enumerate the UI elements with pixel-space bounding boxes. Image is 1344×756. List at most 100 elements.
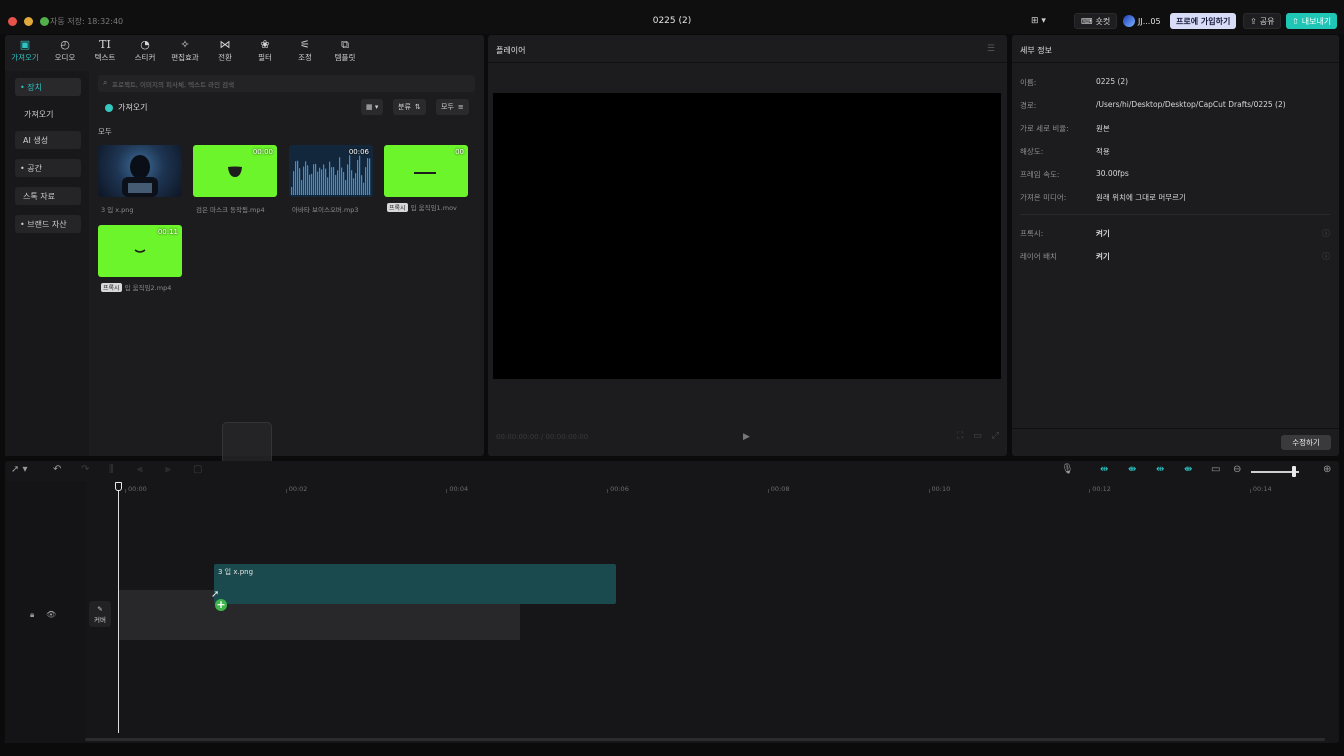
waveform-bar (293, 171, 295, 195)
tab-import[interactable]: ▣ 가져오기 (5, 35, 45, 67)
redo-icon[interactable]: ↷ (81, 464, 89, 475)
player-controls: ⛶ ▭ ⤢ (957, 431, 999, 441)
duration-label: 00:06 (348, 148, 369, 156)
ruler-tick (607, 489, 609, 493)
close-window-button[interactable] (8, 17, 17, 26)
sidebar-item-stock[interactable]: 스톡 자료 (15, 187, 81, 205)
cover-label: 커버 (94, 615, 106, 624)
layout-icon[interactable]: ⊞ ▾ (1031, 16, 1046, 26)
import-button[interactable]: 가져오기 (105, 102, 147, 113)
info-icon[interactable]: ⓘ (1322, 251, 1330, 262)
share-icon: ⇪ (1250, 16, 1257, 26)
import-dot-icon (105, 103, 113, 112)
playhead-handle[interactable] (115, 482, 122, 491)
select-tool-icon[interactable]: ➚ ▾ (11, 464, 28, 475)
user-account[interactable]: JJ...05 (1123, 15, 1161, 27)
tab-text[interactable]: TI 텍스트 (85, 35, 125, 67)
player-title: 플레이어 (496, 46, 526, 55)
tab-effects[interactable]: ✧ 편집효과 (165, 35, 205, 67)
waveform-bar (355, 173, 357, 195)
tab-template[interactable]: ⧉ 템플릿 (325, 35, 365, 67)
search-input[interactable]: ⌕ 프로젝트, 이미지의 피사체, 텍스트 라인 검색 (98, 75, 475, 92)
timeline-scrollbar[interactable] (85, 738, 1325, 741)
media-item-mouth-2[interactable]: 00:11 (98, 225, 182, 277)
detail-key: 프록시: (1020, 229, 1044, 238)
detail-value: 원본 (1096, 124, 1110, 133)
magnet-icon[interactable]: ⇼ (1128, 464, 1136, 475)
waveform-bar (305, 161, 307, 195)
pro-signup-button[interactable]: 프로에 가입하기 (1170, 13, 1237, 29)
timeline-clip[interactable]: 3 입 x.png (214, 564, 616, 604)
sidebar-item-space[interactable]: • 공간 (15, 159, 81, 177)
eye-icon[interactable]: 👁︎ (46, 610, 56, 619)
video-preview[interactable] (493, 93, 1001, 379)
sidebar-item-ai-generate[interactable]: AI 생성 (15, 131, 81, 149)
tab-adjust[interactable]: ⚟ 조정 (285, 35, 325, 67)
tab-sticker[interactable]: ◔ 스티커 (125, 35, 165, 67)
details-panel: 세부 정보 이름: 0225 (2) 경로: /Users/hi/Desktop… (1012, 35, 1339, 456)
play-icon[interactable]: ▶ (743, 432, 750, 442)
waveform-bar (353, 178, 355, 195)
link-clips-icon[interactable]: ⇹ (1100, 464, 1108, 475)
tab-label: 스티커 (134, 53, 156, 62)
caption-icon[interactable]: ▭ (1211, 464, 1220, 475)
minimize-window-button[interactable] (24, 17, 33, 26)
autosave-status: 자동 저장: 18:32:40 (50, 17, 124, 26)
tab-audio[interactable]: ◴ 오디오 (45, 35, 85, 67)
ruler-label: 00:08 (770, 485, 790, 493)
media-item-mouth-1[interactable]: 00 (384, 145, 468, 197)
player-panel: 플레이어 ☰ 00:00:00:00 / 00:00:00:00 ▶ ⛶ ▭ ⤢ (488, 35, 1007, 456)
ratio-icon[interactable]: ▭ (973, 431, 982, 441)
link-icon[interactable]: ⇹ (1156, 464, 1164, 475)
split-icon[interactable]: ⫼ (109, 464, 114, 475)
ruler-label: 00:12 (1092, 485, 1111, 493)
sidebar-item-brand-assets[interactable]: • 브랜드 자산 (15, 215, 81, 233)
zoom-out-icon[interactable]: ⊖ (1233, 464, 1241, 475)
media-item-caption: 검은 마스크 동작됨.mp4 (196, 206, 265, 214)
search-placeholder: 프로젝트, 이미지의 피사체, 텍스트 라인 검색 (112, 80, 235, 89)
lock-icon[interactable]: 🔒︎ (30, 610, 34, 620)
cover-button[interactable]: ✎ 커버 (89, 601, 111, 627)
split-right-icon[interactable]: ⫸ (165, 464, 171, 475)
sort-button[interactable]: 분류 ⇅ (393, 99, 426, 115)
media-item-name: 입 움직임1.mov (410, 204, 457, 212)
modify-button[interactable]: 수정하기 (1281, 435, 1331, 450)
fullscreen-preview-icon[interactable]: ⛶ (957, 431, 963, 441)
delete-icon[interactable]: ▢ (193, 464, 202, 475)
split-left-icon[interactable]: ⫷ (137, 464, 143, 475)
sidebar-item-device[interactable]: • 장치 (15, 78, 81, 96)
undo-icon[interactable]: ↶ (53, 464, 61, 475)
tab-transition[interactable]: ⋈ 전환 (205, 35, 245, 67)
preview-axis-icon[interactable]: ⇼ (1184, 464, 1192, 475)
tab-label: 오디오 (54, 53, 76, 62)
menu-icon[interactable]: ☰ (987, 44, 995, 54)
media-item-black-mask[interactable]: 00:00 (193, 145, 277, 197)
expand-icon[interactable]: ⤢ (992, 431, 999, 441)
waveform-bar (345, 179, 347, 195)
waveform-bar (357, 160, 359, 195)
timeline-toolbar: ➚ ▾ ↶ ↷ ⫼ ⫷ ⫸ ▢ 🎙 ⇹ ⇼ ⇹ ⇼ ▭ ⊖ ⊕ (5, 461, 1339, 481)
tab-label: 템플릿 (334, 53, 356, 62)
shortcut-button[interactable]: ⌨ 숏컷 (1074, 13, 1118, 29)
export-button[interactable]: ⇧ 내보내기 (1286, 13, 1338, 29)
waveform-bar (327, 177, 329, 195)
playhead[interactable] (118, 491, 119, 733)
detail-value: 0225 (2) (1096, 77, 1129, 86)
media-item-image[interactable] (98, 145, 182, 197)
info-icon[interactable]: ⓘ (1322, 228, 1330, 239)
sidebar-item-import[interactable]: 가져오기 (19, 105, 85, 123)
tab-filter[interactable]: ❀ 필터 (245, 35, 285, 67)
share-button[interactable]: ⇪ 공유 (1243, 13, 1282, 29)
zoom-slider-handle[interactable] (1292, 466, 1297, 477)
microphone-icon[interactable]: 🎙 (1061, 464, 1074, 475)
zoom-in-icon[interactable]: ⊕ (1323, 464, 1331, 475)
import-label: 가져오기 (118, 103, 148, 112)
waveform-bar (319, 167, 321, 195)
waveform-bar (329, 161, 331, 195)
timecode: 00:00:00:00 / 00:00:00:00 (496, 433, 589, 441)
view-mode-button[interactable]: ▦ ▾ (361, 99, 384, 115)
media-item-voiceover[interactable]: 00:06 (289, 145, 373, 197)
ruler-tick (446, 489, 448, 493)
filter-button[interactable]: 모두 ≡ (436, 99, 469, 115)
maximize-window-button[interactable] (40, 17, 49, 26)
